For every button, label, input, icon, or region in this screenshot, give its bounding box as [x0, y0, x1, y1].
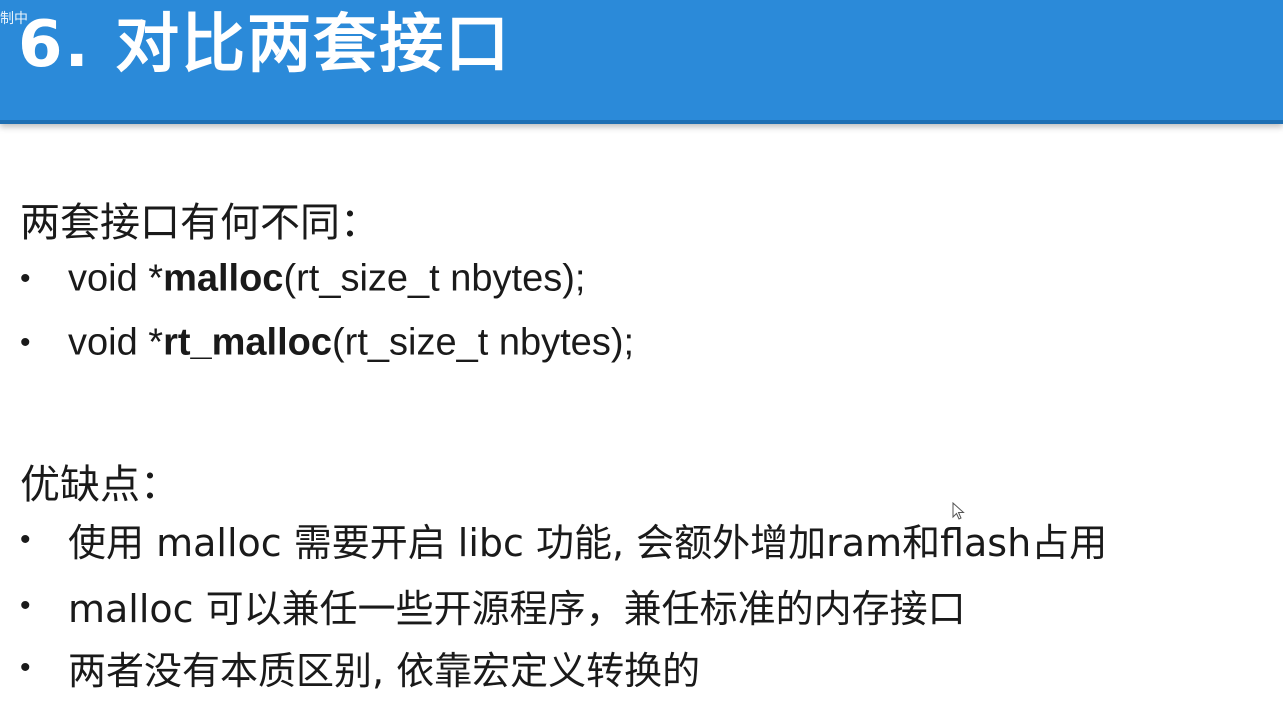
list-item: • malloc 可以兼任一些开源程序，兼任标准的内存接口	[20, 578, 966, 633]
bullet-dot: •	[20, 261, 31, 295]
list-item-text: 使用 malloc 需要开启 libc 功能, 会额外增加ram和flash占用	[68, 521, 1108, 565]
bullet-dot: •	[20, 650, 31, 684]
bullet-dot: •	[20, 588, 31, 622]
list-item: • 使用 malloc 需要开启 libc 功能, 会额外增加ram和flash占…	[20, 512, 1107, 567]
slide-header: 制中 6. 对比两套接口	[0, 0, 1283, 124]
code-suffix: (rt_size_t nbytes);	[283, 257, 586, 300]
function-name: rt_malloc	[163, 321, 333, 364]
list-item-malloc: • void *malloc(rt_size_t nbytes);	[20, 256, 585, 300]
list-item-rt-malloc: • void *rt_malloc(rt_size_t nbytes);	[20, 320, 634, 364]
bullet-dot: •	[20, 522, 31, 556]
pros-cons-heading: 优缺点：	[20, 462, 180, 508]
differences-heading: 两套接口有何不同：	[20, 200, 380, 246]
list-item-text: 两者没有本质区别, 依靠宏定义转换的	[68, 649, 701, 693]
code-prefix: void *	[68, 321, 164, 364]
code-prefix: void *	[68, 257, 164, 300]
list-item-text: malloc 可以兼任一些开源程序，兼任标准的内存接口	[68, 587, 966, 631]
slide-title: 6. 对比两套接口	[18, 8, 512, 82]
mouse-cursor-icon	[952, 502, 965, 520]
list-item: • 两者没有本质区别, 依靠宏定义转换的	[20, 640, 700, 695]
code-suffix: (rt_size_t nbytes);	[332, 321, 635, 364]
bullet-dot: •	[20, 325, 31, 359]
function-name: malloc	[163, 257, 284, 300]
